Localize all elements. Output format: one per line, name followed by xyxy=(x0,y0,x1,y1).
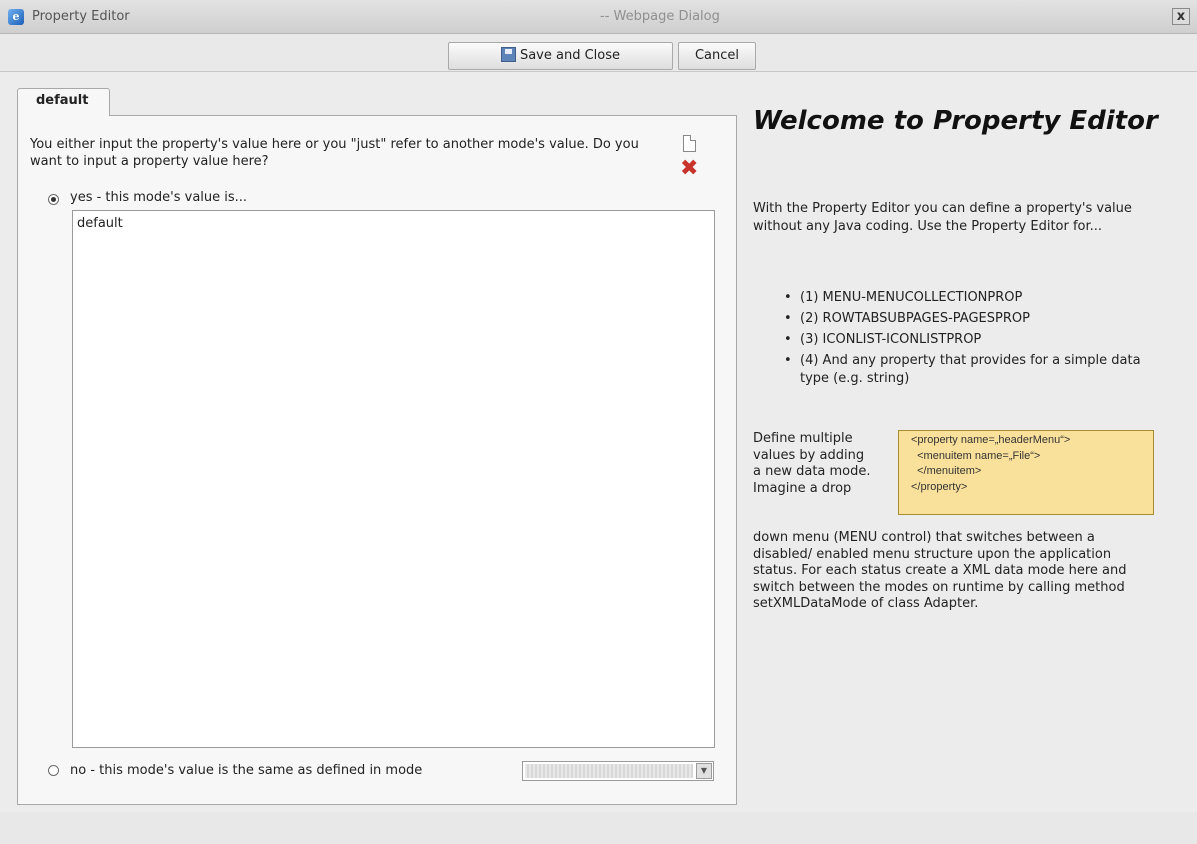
save-and-close-label: Save and Close xyxy=(519,48,621,63)
value-question: You either input the property's value he… xyxy=(30,137,639,169)
status-bar xyxy=(0,812,1197,844)
list-item: (2) ROWTABSUBPAGES-PAGESPROP xyxy=(783,310,1163,328)
list-item: (1) MENU-MENUCOLLECTIONPROP xyxy=(783,289,1163,307)
property-value-textarea[interactable]: default xyxy=(72,210,715,748)
chevron-down-icon[interactable]: ▼ xyxy=(696,763,712,779)
list-item: (3) ICONLIST-ICONLISTPROP xyxy=(783,331,1163,349)
data-mode-explanation: down menu (MENU control) that switches b… xyxy=(753,530,1127,611)
xml-example-box: <property name=„headerMenu“> <menuitem n… xyxy=(898,430,1154,515)
internet-explorer-icon: e xyxy=(8,9,24,25)
no-radio[interactable] xyxy=(48,765,59,776)
save-and-close-button[interactable]: Save and Close xyxy=(448,42,673,70)
yes-radio[interactable] xyxy=(48,194,59,205)
xml-example-line: <property name=„headerMenu“> xyxy=(911,434,1071,446)
define-modes-text: Define multiple values by adding a new d… xyxy=(753,431,871,496)
window-title: Property Editor xyxy=(32,9,130,24)
welcome-heading: Welcome to Property Editor xyxy=(753,106,1158,136)
xml-example-line: </menuitem> xyxy=(911,465,982,477)
no-radio-label[interactable]: no - this mode's value is the same as de… xyxy=(70,763,422,778)
feature-list: (1) MENU-MENUCOLLECTIONPROP (2) ROWTABSU… xyxy=(783,289,1163,391)
toolbar: Save and Close Cancel xyxy=(0,34,1197,72)
window-title-suffix: -- Webpage Dialog xyxy=(600,9,720,24)
mode-select[interactable]: ▼ xyxy=(522,761,714,781)
xml-example-line: <menuitem name=„File“> xyxy=(911,449,1041,462)
yes-radio-label[interactable]: yes - this mode's value is... xyxy=(70,190,247,205)
tab-default[interactable]: default xyxy=(17,88,110,116)
xml-example-line: </property> xyxy=(911,480,968,493)
close-icon: x xyxy=(1176,9,1186,24)
new-document-icon[interactable] xyxy=(683,135,696,152)
close-button[interactable]: x xyxy=(1172,8,1190,25)
cancel-label: Cancel xyxy=(694,48,740,63)
tab-default-label: default xyxy=(36,93,89,108)
list-item: (4) And any property that provides for a… xyxy=(783,352,1163,388)
floppy-disk-icon xyxy=(500,46,516,62)
title-bar: e Property Editor -- Webpage Dialog x xyxy=(0,0,1197,34)
mode-select-value xyxy=(525,764,693,778)
delete-icon[interactable]: ✖ xyxy=(680,158,698,180)
cancel-button[interactable]: Cancel xyxy=(678,42,756,70)
intro-text: With the Property Editor you can define … xyxy=(753,201,1132,234)
